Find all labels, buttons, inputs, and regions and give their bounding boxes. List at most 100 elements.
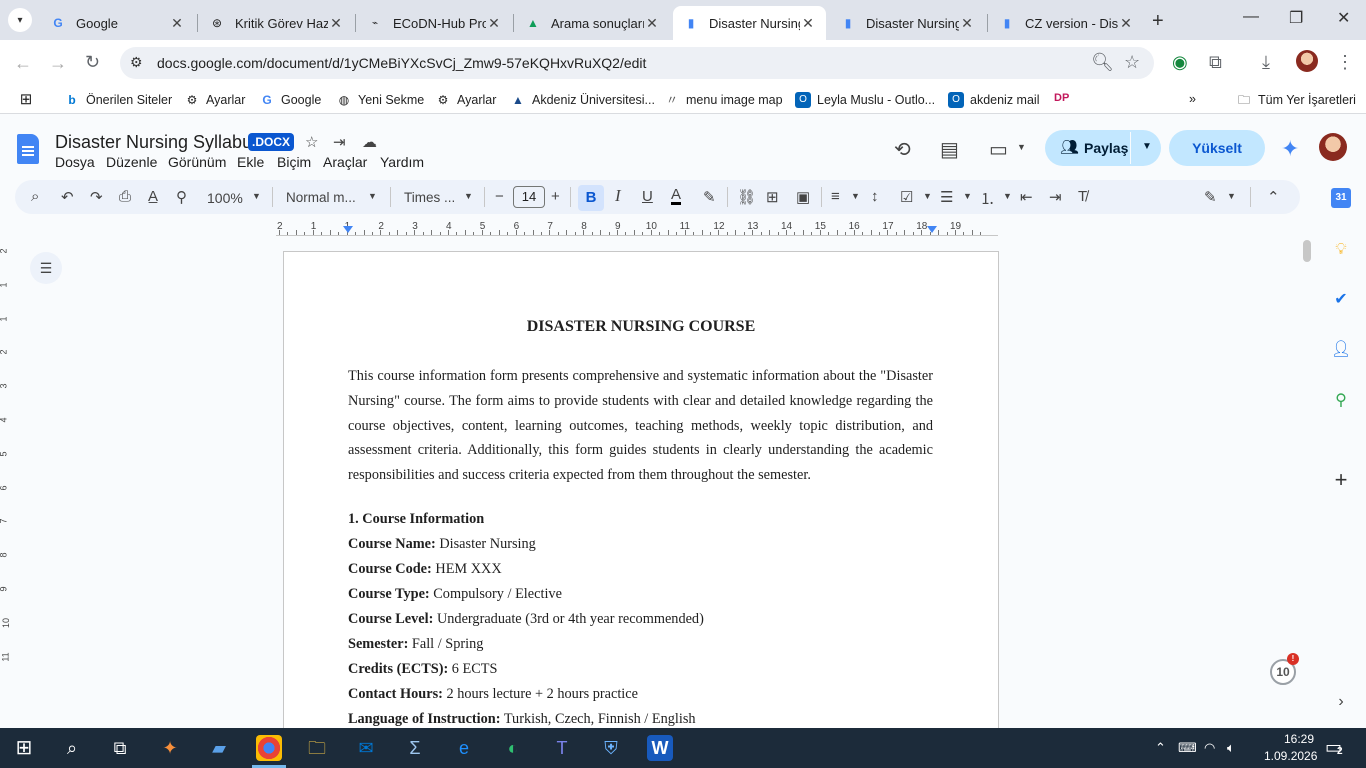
wifi-icon[interactable]: ◠ [1204, 740, 1215, 756]
restore-icon[interactable]: ❐ [1289, 8, 1303, 28]
insert-image-icon[interactable]: ▣ [796, 188, 810, 206]
document-heading[interactable]: DISASTER NURSING COURSE [284, 318, 998, 336]
undo-icon[interactable]: ↶ [61, 188, 74, 206]
reload-icon[interactable]: ↻ [85, 52, 100, 73]
chevron-down-icon[interactable]: ▼ [368, 191, 377, 201]
tab-ecodn[interactable]: ⌁ ECoDN-Hub Pro ✕ [357, 6, 512, 40]
move-folder-icon[interactable]: ⇥ [333, 133, 346, 151]
bookmarks-overflow-icon[interactable]: » [1189, 92, 1196, 106]
teams-icon[interactable]: T [549, 735, 575, 761]
tab-cz-version[interactable]: ▮ CZ version - Disc ✕ [989, 6, 1144, 40]
windows-start-icon[interactable]: ⊞ [11, 735, 37, 761]
expand-panel-icon[interactable]: › [1331, 692, 1351, 712]
tray-overflow-icon[interactable]: ⌃ [1155, 740, 1166, 756]
calendar-icon[interactable]: 31 [1331, 188, 1351, 208]
account-avatar[interactable] [1319, 133, 1347, 161]
bookmark-menu-image-map[interactable]: 〃 menu image map [664, 92, 783, 108]
new-tab-button[interactable]: + [1152, 10, 1164, 33]
document-title[interactable]: Disaster Nursing Syllabus [55, 132, 261, 153]
font-size-input[interactable]: 14 [513, 186, 545, 208]
bookmark-onerilen[interactable]: b Önerilen Siteler [64, 92, 172, 108]
increase-font-size-icon[interactable]: + [551, 188, 560, 205]
underline-icon[interactable]: U [642, 188, 653, 205]
tab-disaster-nursing-2[interactable]: ▮ Disaster Nursing ✕ [830, 6, 985, 40]
editing-mode-icon[interactable]: ✎ [1204, 188, 1217, 206]
field-semester[interactable]: Semester: Fall / Spring [348, 636, 483, 653]
font-select[interactable]: Times ... [404, 190, 455, 205]
vertical-scrollbar[interactable] [1303, 240, 1311, 262]
add-addon-icon[interactable]: + [1331, 469, 1351, 491]
close-icon[interactable]: ✕ [169, 15, 185, 32]
menu-dosya[interactable]: Dosya [55, 154, 95, 170]
field-course-name[interactable]: Course Name: Disaster Nursing [348, 536, 536, 553]
bulleted-list-icon[interactable]: ☰ [940, 188, 953, 206]
internet-explorer-icon[interactable]: e [451, 735, 477, 761]
close-icon[interactable]: ✕ [1118, 15, 1134, 32]
menu-dots-icon[interactable]: ⋮ [1336, 52, 1354, 73]
chrome-icon[interactable] [256, 735, 282, 761]
right-indent-marker[interactable] [927, 226, 937, 233]
tab-google[interactable]: G Google ✕ [40, 6, 195, 40]
share-label[interactable]: Paylaş [1084, 140, 1128, 156]
close-icon[interactable]: ✕ [959, 15, 975, 32]
search-icon[interactable]: ⌕ [59, 735, 85, 761]
chevron-down-icon[interactable]: ▼ [1227, 191, 1236, 201]
field-course-code[interactable]: Course Code: HEM XXX [348, 561, 502, 578]
profile-avatar[interactable] [1296, 50, 1318, 72]
insert-link-icon[interactable]: ⛓ [737, 188, 756, 206]
checklist-icon[interactable]: ☑ [900, 188, 913, 206]
intro-paragraph[interactable]: This course information form presents co… [348, 364, 933, 488]
spellcheck-icon[interactable]: A̲ [148, 188, 158, 205]
url-text[interactable]: docs.google.com/document/d/1yCMeBiYXcSvC… [157, 55, 646, 71]
zoom-select[interactable]: 100% [207, 190, 243, 206]
share-dropdown-icon[interactable]: ▼ [1142, 141, 1152, 152]
chevron-down-icon[interactable]: ▼ [1003, 191, 1012, 201]
close-icon[interactable]: ✕ [328, 15, 344, 32]
tasks-icon[interactable]: ✔ [1331, 290, 1351, 310]
line-spacing-icon[interactable]: ↕ [871, 188, 879, 205]
close-icon[interactable]: ✕ [486, 15, 502, 32]
text-color-icon[interactable]: A [671, 187, 682, 205]
star-icon[interactable]: ☆ [305, 133, 318, 151]
extensions-icon[interactable]: ⧉ [1209, 52, 1222, 73]
spss-icon[interactable]: Σ [402, 735, 428, 761]
all-bookmarks[interactable]: 🗀 Tüm Yer İşaretleri [1236, 92, 1356, 108]
task-view-icon[interactable]: ⧉ [107, 735, 133, 761]
close-icon[interactable]: ✕ [644, 15, 660, 32]
close-icon[interactable]: ✕ [800, 15, 816, 32]
maps-icon[interactable]: ⚲ [1331, 391, 1351, 411]
file-explorer-icon[interactable]: 🗀 [304, 735, 330, 761]
numbered-list-icon[interactable]: ⒈ [980, 188, 995, 209]
cloud-status-icon[interactable]: ☁ [362, 133, 377, 151]
align-center-icon[interactable]: ≡ [831, 188, 840, 205]
document-outline-icon[interactable]: ☰ [30, 252, 62, 284]
forward-icon[interactable]: → [49, 53, 67, 74]
version-history-icon[interactable]: ⟲ [894, 137, 911, 162]
search-menus-icon[interactable]: ⌕ [31, 188, 39, 205]
keep-icon[interactable]: 💡︎ [1331, 240, 1351, 260]
document-page[interactable]: DISASTER NURSING COURSE This course info… [283, 251, 999, 728]
paint-format-icon[interactable]: ⚲ [176, 188, 187, 206]
security-icon[interactable]: ⛨ [598, 735, 624, 761]
download-icon[interactable]: ⤓ [1262, 52, 1270, 73]
tab-disaster-nursing-active[interactable]: ▮ Disaster Nursing ✕ [673, 6, 826, 40]
back-icon[interactable]: ← [14, 53, 32, 74]
add-comment-icon[interactable]: ⊞ [766, 188, 779, 206]
bookmark-ayarlar-2[interactable]: ⚙ Ayarlar [435, 92, 497, 108]
minimize-icon[interactable]: — [1243, 8, 1259, 26]
chevron-down-icon[interactable]: ▼ [464, 191, 473, 201]
redo-icon[interactable]: ↷ [90, 188, 103, 206]
meet-video-icon[interactable]: ▭ [989, 137, 1008, 162]
decrease-font-size-icon[interactable]: − [495, 188, 504, 205]
site-info-icon[interactable]: ⚙ [130, 54, 143, 71]
chevron-down-icon[interactable]: ▼ [1017, 142, 1026, 152]
upgrade-button[interactable]: Yükselt [1169, 130, 1265, 166]
bookmark-outlook[interactable]: O Leyla Muslu - Outlo... [795, 92, 935, 108]
bookmark-google[interactable]: G Google [259, 92, 321, 108]
field-credits[interactable]: Credits (ECTS): 6 ECTS [348, 661, 497, 678]
italic-icon[interactable]: I [615, 186, 621, 206]
app-icon[interactable]: ▰ [206, 735, 232, 761]
section-heading[interactable]: 1. Course Information [348, 511, 484, 528]
paragraph-style-select[interactable]: Normal m... [286, 190, 356, 205]
gemini-icon[interactable]: ✦ [1281, 136, 1299, 162]
